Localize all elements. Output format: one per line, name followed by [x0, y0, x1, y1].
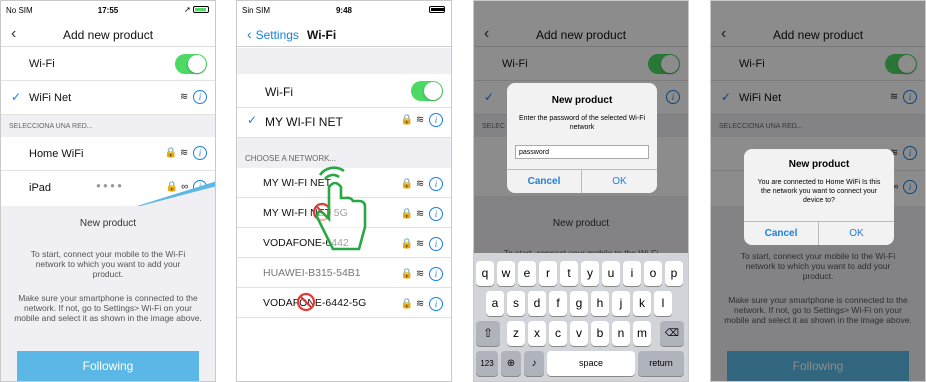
key-t[interactable]: t: [560, 261, 578, 286]
key-i[interactable]: i: [623, 261, 641, 286]
key-u[interactable]: u: [602, 261, 620, 286]
battery-icon: ➚: [184, 5, 209, 14]
screen-settings-wifi: Sin SIM 9:48 ‹ Settings Wi-Fi Wi-Fi ✓ MY…: [236, 0, 452, 382]
info-icon[interactable]: i: [193, 146, 207, 160]
keyboard: q w e r t y u i o p a s d f g h j k l ⇧ …: [474, 253, 688, 381]
cancel-button[interactable]: Cancel: [507, 169, 582, 193]
status-bar: No SIM 17:55 ➚: [1, 1, 215, 23]
password-field[interactable]: [515, 145, 649, 159]
key-s[interactable]: s: [507, 291, 525, 316]
current-network-label: WiFi Net: [29, 92, 72, 104]
page-title: Add new product: [62, 28, 154, 42]
key-d[interactable]: d: [528, 291, 546, 316]
key-x[interactable]: x: [528, 321, 546, 346]
alert-title: New product: [788, 159, 850, 170]
key-e[interactable]: e: [518, 261, 536, 286]
confirm-alert: New product You are connected to Home Wi…: [744, 149, 894, 245]
key-y[interactable]: y: [581, 261, 599, 286]
nav-bar: ‹ Add new product: [1, 23, 215, 47]
backspace-key-icon[interactable]: ⌫: [660, 321, 684, 346]
info-icon[interactable]: i: [193, 90, 207, 104]
key-r[interactable]: r: [539, 261, 557, 286]
password-alert: New product Enter the password of the se…: [507, 83, 657, 193]
screen-password-prompt: No SIM 17:55 ‹ Add new product Wi-Fi ✓ i…: [473, 0, 689, 382]
key-l[interactable]: l: [654, 291, 672, 316]
network-name: Home WiFi: [29, 148, 84, 160]
key-k[interactable]: k: [633, 291, 651, 316]
screen-add-product: No SIM 17:55 ➚ ‹ Add new product Wi-Fi ✓…: [0, 0, 216, 382]
lock-wifi-icons: 🔒 ≋ i: [165, 146, 207, 160]
key-g[interactable]: g: [570, 291, 588, 316]
section-header: SELECCIONA UNA RED...: [1, 115, 215, 137]
network-row[interactable]: Home WiFi 🔒 ≋ i: [1, 137, 215, 171]
ok-button[interactable]: OK: [819, 221, 894, 245]
clock: 17:55: [97, 6, 119, 15]
microphone-key-icon[interactable]: ♪: [524, 351, 544, 376]
alert-title: New product: [551, 95, 613, 106]
key-f[interactable]: f: [549, 291, 567, 316]
key-o[interactable]: o: [644, 261, 662, 286]
annotation-overlay: [296, 166, 367, 312]
panel-text-1: To start, connect your mobile to the Wi-…: [30, 249, 186, 279]
wifi-toggle-row: Wi-Fi: [1, 47, 215, 81]
current-network-row[interactable]: ✓ WiFi Net ≋ i: [1, 81, 215, 115]
key-z[interactable]: z: [507, 321, 525, 346]
key-w[interactable]: w: [497, 261, 515, 286]
tap-hand-icon: [315, 166, 367, 251]
globe-key-icon[interactable]: ⊕: [501, 351, 521, 376]
key-c[interactable]: c: [549, 321, 567, 346]
key-p[interactable]: p: [665, 261, 683, 286]
panel-title: New product: [79, 218, 137, 229]
checkmark-icon: ✓: [11, 90, 22, 104]
key-v[interactable]: v: [570, 321, 588, 346]
following-button[interactable]: Following: [17, 351, 199, 381]
panel-text-2: Make sure your smartphone is connected t…: [14, 293, 202, 323]
wifi-toggle[interactable]: [175, 54, 207, 74]
forbidden-icon: [296, 292, 316, 312]
key-q[interactable]: q: [476, 261, 494, 286]
numbers-key[interactable]: 123: [476, 351, 498, 376]
wifi-label: Wi-Fi: [29, 58, 55, 70]
screen-confirm-network: No SIM 17:55 ‹ Add new product Wi-Fi ✓ W…: [710, 0, 926, 382]
return-key[interactable]: return: [638, 351, 684, 376]
key-j[interactable]: j: [612, 291, 630, 316]
key-h[interactable]: h: [591, 291, 609, 316]
alert-message: Enter the password of the selected Wi-Fi…: [518, 115, 646, 131]
space-key[interactable]: space: [547, 351, 635, 376]
cancel-button[interactable]: Cancel: [744, 221, 819, 245]
wifi-signal-icon: ≋ i: [180, 90, 207, 104]
key-a[interactable]: a: [486, 291, 504, 316]
shift-key-icon[interactable]: ⇧: [476, 321, 500, 346]
ok-button[interactable]: OK: [582, 169, 657, 193]
alert-message: You are connected to Home WiFi Is this t…: [757, 179, 881, 204]
key-b[interactable]: b: [591, 321, 609, 346]
key-n[interactable]: n: [612, 321, 630, 346]
key-m[interactable]: m: [633, 321, 651, 346]
